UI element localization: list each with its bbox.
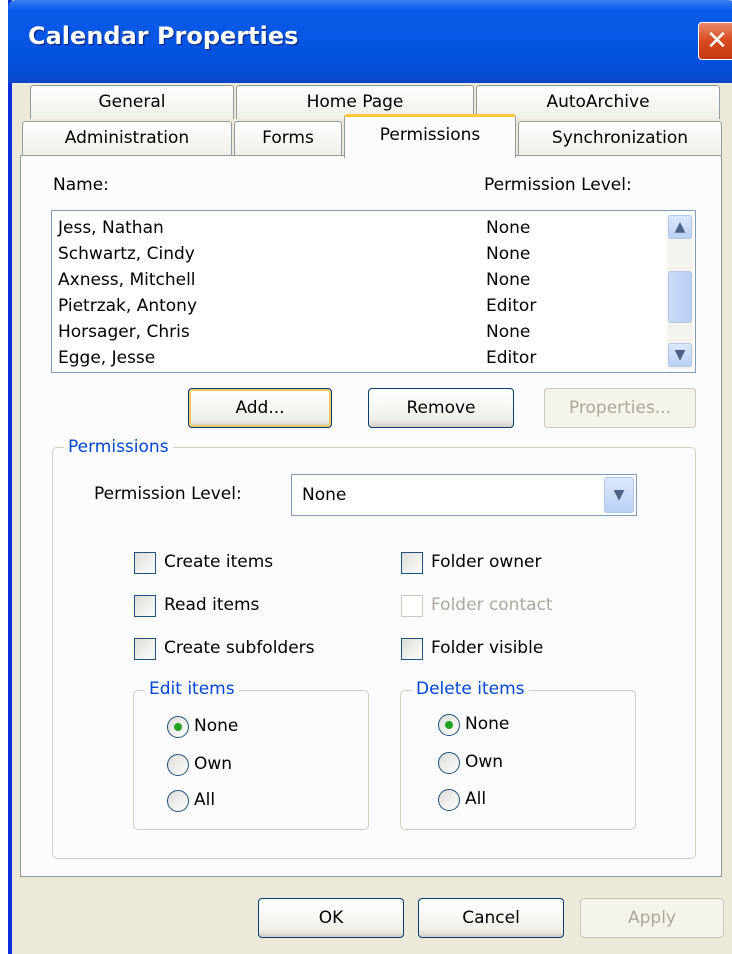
list-item[interactable]: Schwartz, Cindy None	[58, 244, 688, 270]
read-items-label[interactable]: Read items	[164, 595, 259, 615]
folder-visible-label[interactable]: Folder visible	[431, 638, 543, 658]
scroll-down-button[interactable]: ▼	[668, 343, 692, 367]
list-item[interactable]: Egge, Jesse Editor	[58, 348, 688, 374]
create-items-label[interactable]: Create items	[164, 552, 273, 572]
close-icon: ✕	[706, 26, 728, 56]
permission-level-column-header: Permission Level:	[484, 175, 632, 195]
tab-permissions[interactable]: Permissions	[344, 114, 516, 158]
list-item-name: Jess, Nathan	[58, 218, 164, 238]
list-item[interactable]: Axness, Mitchell None	[58, 270, 688, 296]
list-item-level: Editor	[486, 296, 537, 316]
chevron-down-icon: ▼	[613, 487, 625, 503]
delete-all-radio[interactable]	[438, 789, 460, 811]
title-bar[interactable]: Calendar Properties ✕	[8, 0, 732, 83]
cancel-button[interactable]: Cancel	[418, 898, 564, 938]
tab-general[interactable]: General	[30, 85, 234, 119]
list-item-name: Horsager, Chris	[58, 322, 190, 342]
edit-all-label[interactable]: All	[194, 790, 215, 810]
delete-none-label[interactable]: None	[465, 714, 509, 734]
list-item-level: None	[486, 270, 531, 290]
list-scrollbar[interactable]: ▲ ▼	[667, 215, 693, 369]
remove-button[interactable]: Remove	[368, 388, 514, 428]
ok-button[interactable]: OK	[258, 898, 404, 938]
permission-level-label: Permission Level:	[94, 484, 242, 504]
delete-own-label[interactable]: Own	[465, 752, 503, 772]
list-item-name: Schwartz, Cindy	[58, 244, 195, 264]
create-items-checkbox[interactable]	[134, 552, 156, 574]
list-item-level: None	[486, 218, 531, 238]
list-item-level: Editor	[486, 348, 537, 368]
tab-administration[interactable]: Administration	[22, 121, 232, 155]
properties-button[interactable]: Properties...	[544, 388, 696, 428]
close-button[interactable]: ✕	[698, 22, 732, 60]
folder-owner-checkbox[interactable]	[401, 552, 423, 574]
list-item-name: Pietrzak, Antony	[58, 296, 198, 316]
read-items-checkbox[interactable]	[134, 595, 156, 617]
list-item[interactable]: Horsager, Chris None	[58, 322, 688, 348]
dropdown-button[interactable]: ▼	[604, 477, 634, 513]
list-item-level: None	[486, 244, 531, 264]
edit-all-radio[interactable]	[167, 790, 189, 812]
list-item[interactable]: Pietrzak, Antony Editor	[58, 296, 688, 322]
permissions-group-title: Permissions	[64, 437, 173, 457]
edit-none-radio[interactable]	[167, 716, 189, 738]
delete-own-radio[interactable]	[438, 752, 460, 774]
apply-button[interactable]: Apply	[580, 898, 724, 938]
list-item-name: Axness, Mitchell	[58, 270, 196, 290]
window-title: Calendar Properties	[28, 22, 299, 50]
scroll-thumb[interactable]	[668, 271, 692, 323]
delete-all-label[interactable]: All	[465, 789, 486, 809]
folder-owner-label[interactable]: Folder owner	[431, 552, 541, 572]
list-item-level: None	[486, 322, 531, 342]
add-button[interactable]: Add...	[188, 388, 332, 428]
create-subfolders-label[interactable]: Create subfolders	[164, 638, 315, 658]
tab-synchronization[interactable]: Synchronization	[518, 121, 722, 155]
edit-own-label[interactable]: Own	[194, 754, 232, 774]
delete-items-group	[400, 690, 636, 830]
permission-level-value: None	[302, 485, 347, 505]
permission-level-dropdown[interactable]: None ▼	[291, 474, 637, 516]
create-subfolders-checkbox[interactable]	[134, 638, 156, 660]
list-item[interactable]: Jess, Nathan None	[58, 218, 688, 244]
list-item-name: Egge, Jesse	[58, 348, 156, 368]
tab-forms[interactable]: Forms	[234, 121, 342, 155]
folder-contact-label[interactable]: Folder contact	[431, 595, 553, 615]
folder-contact-checkbox[interactable]	[401, 595, 423, 617]
name-column-header: Name:	[53, 175, 109, 195]
chevron-down-icon: ▼	[674, 347, 686, 363]
delete-none-radio[interactable]	[438, 714, 460, 736]
chevron-up-icon: ▲	[674, 219, 686, 235]
permissions-list[interactable]: Jess, Nathan None Schwartz, Cindy None A…	[51, 210, 696, 373]
edit-none-label[interactable]: None	[194, 716, 238, 736]
edit-items-title: Edit items	[145, 679, 239, 699]
folder-visible-checkbox[interactable]	[401, 638, 423, 660]
edit-own-radio[interactable]	[167, 754, 189, 776]
delete-items-title: Delete items	[412, 679, 529, 699]
scroll-up-button[interactable]: ▲	[668, 215, 692, 239]
